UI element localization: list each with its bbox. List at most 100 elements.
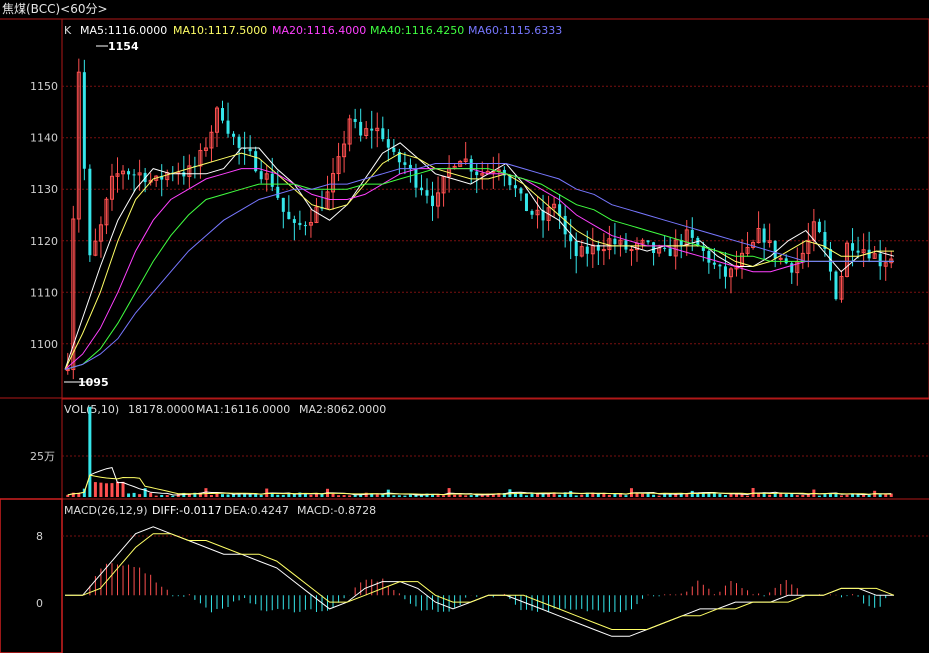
volume-bar xyxy=(867,494,871,497)
volume-bar xyxy=(309,494,313,497)
candle-body xyxy=(232,133,236,137)
candle-body xyxy=(475,171,479,176)
candle-body xyxy=(712,262,716,265)
volume-bar xyxy=(790,493,794,497)
volume-bar xyxy=(784,493,788,497)
macd-lines xyxy=(65,526,895,637)
volume-bar xyxy=(88,406,92,497)
volume-bar xyxy=(127,493,131,497)
volume-bar xyxy=(104,483,108,497)
candle-body xyxy=(624,240,628,250)
candle-body xyxy=(392,147,396,152)
legend-k: K xyxy=(64,24,72,37)
candle-body xyxy=(856,250,860,253)
candle-body xyxy=(668,248,672,256)
candle-body xyxy=(82,72,86,169)
volume-bar xyxy=(464,495,468,497)
volume-bar xyxy=(281,494,285,497)
legend-ma5: MA5:1116.0000 xyxy=(80,24,167,37)
candle-body xyxy=(524,193,528,212)
volume-bar xyxy=(403,495,407,497)
candle-body xyxy=(425,190,429,196)
candle-body xyxy=(182,172,186,177)
volume-bar xyxy=(165,495,169,497)
price-tick-label: 1120 xyxy=(30,235,58,248)
volume-bar xyxy=(795,495,799,497)
candle-body xyxy=(817,221,821,233)
volume-bar xyxy=(93,482,97,497)
candle-body xyxy=(563,215,567,235)
candle-body xyxy=(65,369,70,372)
volume-bar xyxy=(817,495,821,497)
grid-lines xyxy=(62,85,929,345)
volume-bar xyxy=(116,481,120,497)
candle-body xyxy=(259,171,263,180)
volume-bar xyxy=(569,490,573,497)
legend-dea: DEA:0.4247 xyxy=(224,504,289,517)
diff-line xyxy=(65,526,894,637)
volume-bar xyxy=(845,494,849,497)
volume-bar xyxy=(718,493,722,497)
candle-body xyxy=(723,266,727,277)
volume-bar xyxy=(331,493,335,497)
volume-legend: VOL(5,10) 18178.0000 MA1:16116.0000 MA2:… xyxy=(30,403,929,463)
candle-body xyxy=(663,247,667,249)
volume-bar xyxy=(397,495,401,497)
volume-bar xyxy=(381,494,385,497)
candle-body xyxy=(707,250,711,263)
candle-body xyxy=(353,118,357,122)
volume-bar xyxy=(342,495,346,497)
dea-line xyxy=(65,533,895,630)
candle-body xyxy=(778,257,783,260)
candle-body xyxy=(574,241,578,257)
volume-bar xyxy=(712,493,716,497)
volume-bar xyxy=(602,493,606,497)
candle-body xyxy=(419,187,423,191)
volume-bar xyxy=(613,493,617,497)
price-tick-label: 1100 xyxy=(30,338,58,351)
volume-bar xyxy=(392,495,396,497)
chart-canvas[interactable]: 1150 1140 1130 1120 1110 1100 K MA5:1116.0000… xyxy=(0,0,929,653)
candles xyxy=(65,58,894,380)
candle-body xyxy=(270,173,274,187)
panel-frames xyxy=(0,18,929,653)
volume-ma-line xyxy=(67,467,892,496)
volume-bar xyxy=(878,494,882,497)
candle-body xyxy=(359,121,363,136)
volume-bar xyxy=(154,495,158,497)
volume-bar xyxy=(624,495,628,497)
candle-body xyxy=(414,169,418,188)
legend-diff: DIFF:-0.0117 xyxy=(152,504,222,517)
legend-vol-value: 18178.0000 xyxy=(128,403,194,416)
volume-bar xyxy=(524,495,528,497)
volume-bar xyxy=(746,495,750,497)
candle-body xyxy=(127,171,131,175)
volume-bar xyxy=(171,495,175,497)
candle-body xyxy=(292,219,296,223)
candle-body xyxy=(762,228,766,243)
volume-bar xyxy=(469,495,473,497)
candle-body xyxy=(773,240,777,259)
legend-ma40: MA40:1116.4250 xyxy=(370,24,464,37)
legend-vol-ma2: MA2:8062.0000 xyxy=(299,403,386,416)
volume-bar xyxy=(138,494,142,497)
volume-bar xyxy=(221,494,225,497)
volume-bar xyxy=(547,493,551,497)
ma-line-ma40 xyxy=(64,168,894,370)
candle-body xyxy=(834,271,838,300)
legend-vol-ma1: MA1:16116.0000 xyxy=(196,403,290,416)
legend-ma60: MA60:1115.6333 xyxy=(468,24,562,37)
volume-bar xyxy=(248,494,252,497)
volume-bar xyxy=(215,493,219,497)
legend-vol: VOL(5,10) xyxy=(64,403,119,416)
candle-body xyxy=(878,253,882,267)
volume-bar xyxy=(519,493,523,497)
candle-body xyxy=(513,185,517,189)
volume-bar xyxy=(530,493,534,497)
volume-bar xyxy=(453,494,457,497)
volume-bar xyxy=(442,495,446,497)
price-tick-label: 1130 xyxy=(30,183,58,196)
price-tick-label: 1110 xyxy=(30,286,58,299)
candle-body xyxy=(690,229,694,238)
volume-bar xyxy=(209,495,213,497)
